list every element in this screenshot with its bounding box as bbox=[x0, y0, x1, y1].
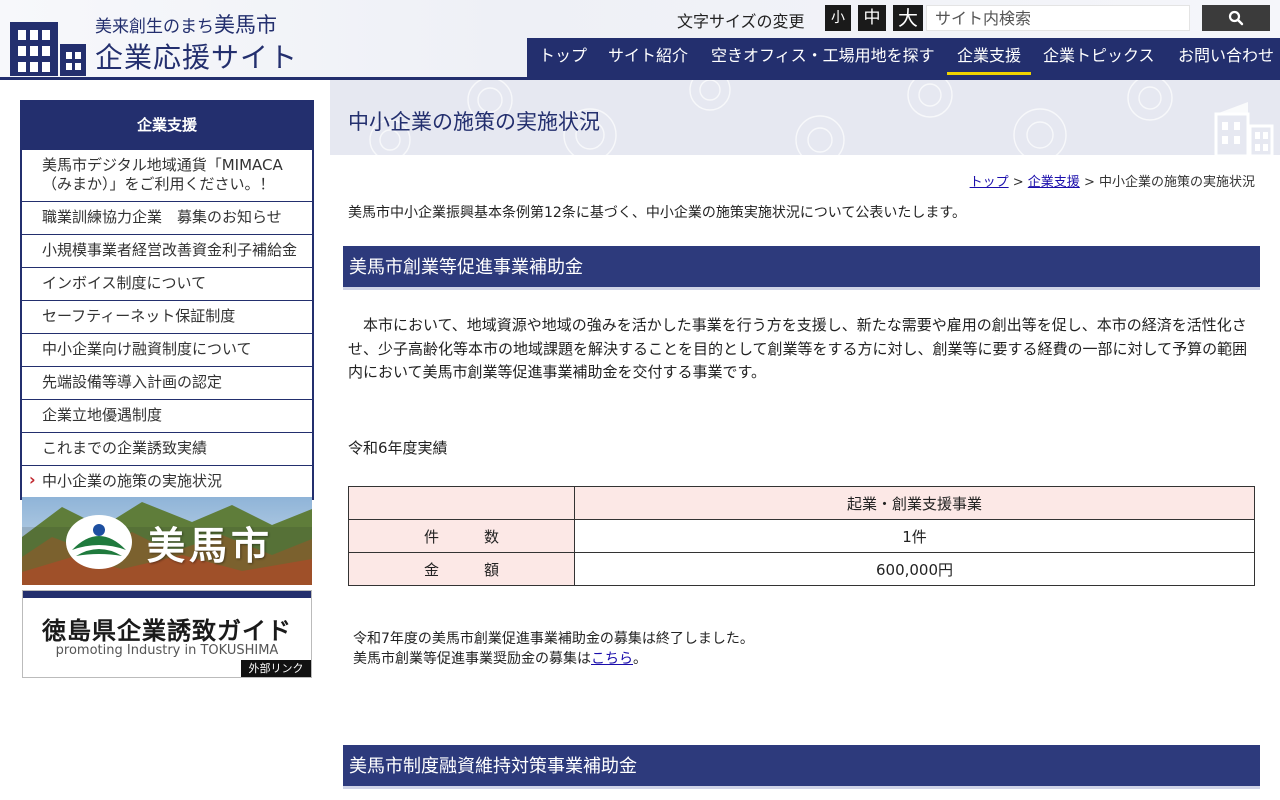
font-size-small-button[interactable]: 小 bbox=[825, 5, 851, 31]
building-decoration-icon bbox=[1214, 102, 1274, 156]
nav-item-business-support[interactable]: 企業支援 bbox=[947, 38, 1032, 77]
sidebar-item-sme-policy[interactable]: 中小企業の施策の実施状況 bbox=[22, 465, 312, 498]
intro-text: 美馬市中小企業振興基本条例第12条に基づく、中小企業の施策実施状況について公表い… bbox=[348, 205, 966, 221]
sidebar-item-interest-subsidy[interactable]: 小規模事業者経営改善資金利子補給金 bbox=[22, 234, 312, 267]
sidebar-item-safety-net[interactable]: セーフティーネット保証制度 bbox=[22, 300, 312, 333]
page-title: 中小企業の施策の実施状況 bbox=[348, 110, 600, 134]
tokushima-guide-banner[interactable]: 徳島県企業誘致ガイド promoting Industry in TOKUSHI… bbox=[22, 590, 312, 678]
sidebar-item-advanced-equipment[interactable]: 先端設備等導入計画の認定 bbox=[22, 366, 312, 399]
breadcrumb-separator: > bbox=[1079, 175, 1099, 190]
nav-item-about[interactable]: サイト紹介 bbox=[608, 38, 688, 77]
breadcrumb-parent-link[interactable]: 企業支援 bbox=[1028, 175, 1080, 190]
logo-city: 美馬市 bbox=[214, 13, 277, 37]
mima-city-banner-text: 美馬市 bbox=[147, 523, 274, 568]
nav-item-find-office[interactable]: 空きオフィス・工場用地を探す bbox=[711, 38, 935, 77]
table-row: 件 数 1件 bbox=[348, 519, 1255, 553]
font-size-large-button[interactable]: 大 bbox=[893, 5, 923, 31]
font-size-label: 文字サイズの変更 bbox=[677, 12, 805, 31]
breadcrumb-current: 中小企業の施策の実施状況 bbox=[1098, 175, 1255, 190]
tokushima-guide-subtitle: promoting Industry in TOKUSHIMA bbox=[55, 643, 279, 658]
notice-text: 美馬市創業等促進事業奨励金の募集は bbox=[353, 651, 591, 667]
table-row: 金 額 600,000円 bbox=[348, 552, 1255, 586]
breadcrumb: トップ > 企業支援 > 中小企業の施策の実施状況 bbox=[970, 171, 1255, 190]
building-logo-icon bbox=[10, 22, 86, 76]
main-nav: トップ サイト紹介 空きオフィス・工場用地を探す 企業支援 企業トピックス お問… bbox=[527, 38, 1280, 77]
logo-tagline: 美来創生のまち bbox=[95, 17, 214, 37]
search-button[interactable] bbox=[1202, 5, 1270, 31]
table-header-cell bbox=[348, 486, 575, 520]
sidebar-item-invoice[interactable]: インボイス制度について bbox=[22, 267, 312, 300]
external-link-tag: 外部リンク bbox=[241, 660, 311, 677]
sidebar-heading: 企業支援 bbox=[22, 102, 312, 149]
table-row-label: 金 額 bbox=[348, 552, 575, 586]
section-heading-startup-subsidy: 美馬市創業等促進事業補助金 bbox=[343, 246, 1260, 290]
table-header-cell: 起業・創業支援事業 bbox=[574, 486, 1255, 520]
sidebar-item-financing[interactable]: 中小企業向け融資制度について bbox=[22, 333, 312, 366]
mima-city-banner[interactable]: 美馬市 bbox=[22, 497, 312, 585]
notice-line-closed: 令和7年度の美馬市創業促進事業補助金の募集は終了しました。 bbox=[353, 631, 754, 647]
sidebar-item-vocational-training[interactable]: 職業訓練協力企業 募集のお知らせ bbox=[22, 201, 312, 234]
results-table: 起業・創業支援事業 件 数 1件 金 額 600,000円 bbox=[348, 486, 1255, 586]
font-size-medium-button[interactable]: 中 bbox=[858, 5, 886, 31]
search-icon bbox=[1228, 10, 1244, 26]
site-header: 美来創生のまち美馬市 企業応援サイト 文字サイズの変更 小 中 大 トップ サイ… bbox=[0, 0, 1280, 80]
table-row-label: 件 数 bbox=[348, 519, 575, 553]
sidebar-item-past-results[interactable]: これまでの企業誘致実績 bbox=[22, 432, 312, 465]
recruitment-notice: 令和7年度の美馬市創業促進事業補助金の募集は終了しました。 美馬市創業等促進事業… bbox=[353, 629, 754, 669]
sidebar-menu: 企業支援 美馬市デジタル地域通貨「MIMACA（みまか）」をご利用ください。！ … bbox=[20, 100, 314, 500]
nav-item-top[interactable]: トップ bbox=[539, 38, 587, 77]
logo-subtitle[interactable]: 美来創生のまち美馬市 bbox=[95, 9, 277, 39]
breadcrumb-separator: > bbox=[1008, 175, 1028, 190]
site-logo-title[interactable]: 企業応援サイト bbox=[95, 36, 298, 76]
site-search-input[interactable] bbox=[926, 5, 1190, 31]
notice-text-end: 。 bbox=[633, 651, 647, 667]
fiscal-year-label: 令和6年度実績 bbox=[348, 439, 448, 457]
breadcrumb-top-link[interactable]: トップ bbox=[970, 175, 1009, 190]
startup-subsidy-description: 本市において、地域資源や地域の強みを活かした事業を行う方を支援し、新たな需要や雇… bbox=[348, 316, 1248, 381]
table-header-row: 起業・創業支援事業 bbox=[348, 486, 1255, 520]
incentive-link[interactable]: こちら bbox=[591, 651, 633, 667]
mima-city-emblem-icon bbox=[66, 515, 132, 569]
nav-item-topics[interactable]: 企業トピックス bbox=[1043, 38, 1155, 77]
nav-item-contact[interactable]: お問い合わせ bbox=[1178, 38, 1274, 77]
tokushima-guide-title: 徳島県企業誘致ガイド bbox=[42, 617, 292, 645]
sidebar-item-mimaca[interactable]: 美馬市デジタル地域通貨「MIMACA（みまか）」をご利用ください。！ bbox=[22, 149, 312, 201]
table-cell: 1件 bbox=[574, 519, 1255, 553]
sidebar-item-location-incentives[interactable]: 企業立地優遇制度 bbox=[22, 399, 312, 432]
banner-top-bar bbox=[23, 591, 311, 598]
notice-line-incentive: 美馬市創業等促進事業奨励金の募集はこちら。 bbox=[353, 649, 754, 669]
section-heading-loan-subsidy: 美馬市制度融資維持対策事業補助金 bbox=[343, 745, 1260, 789]
table-cell: 600,000円 bbox=[574, 552, 1255, 586]
